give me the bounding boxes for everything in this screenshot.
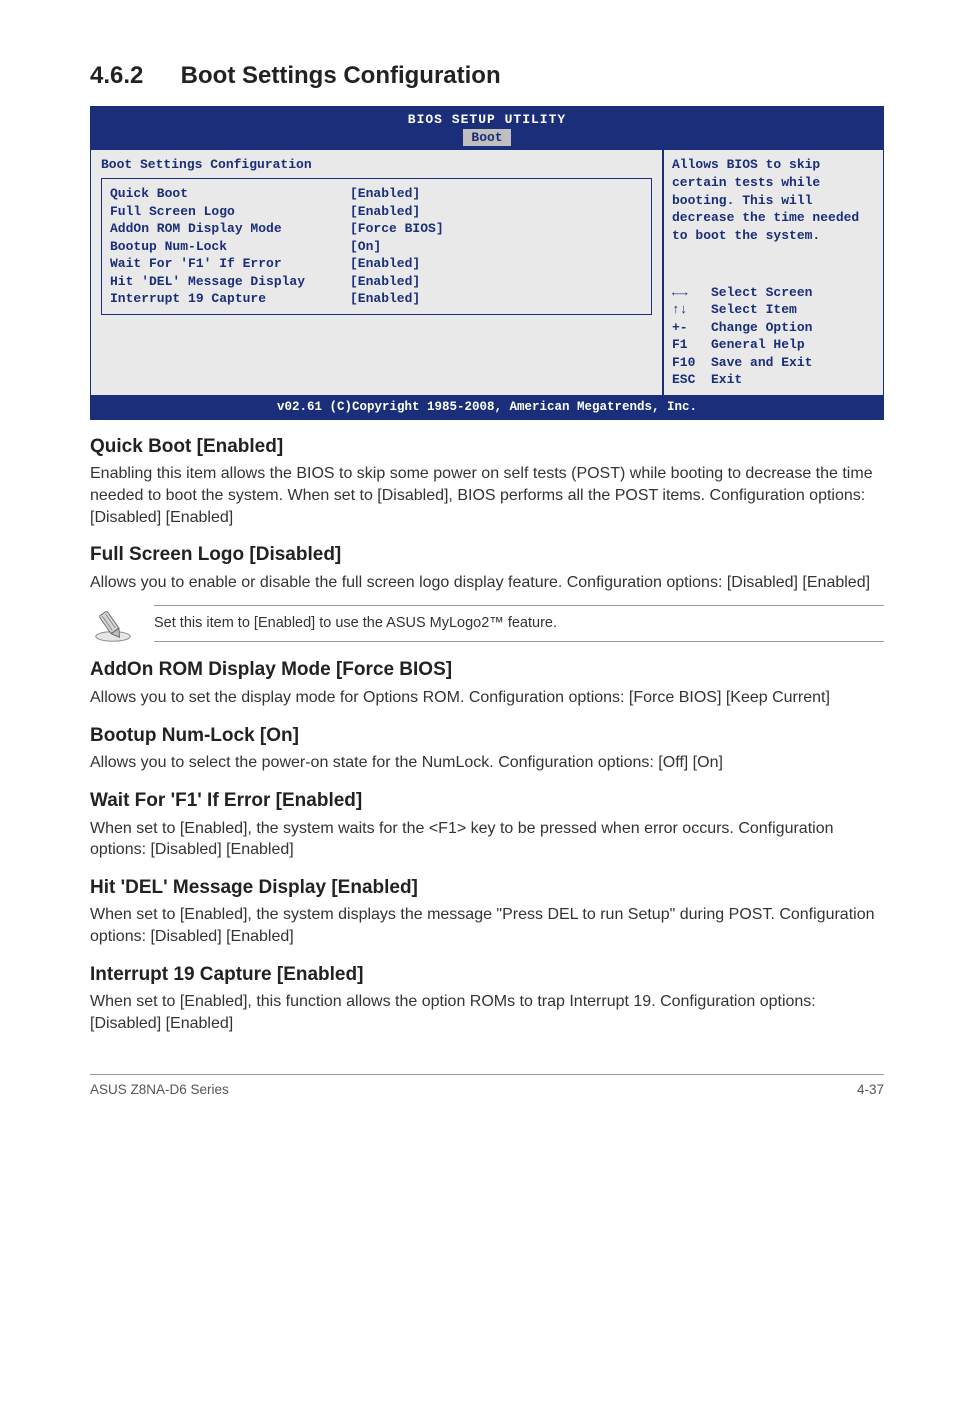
bios-key: +- Change Option — [672, 319, 875, 337]
bios-copyright: v02.61 (C)Copyright 1985-2008, American … — [91, 396, 883, 419]
option-heading: Interrupt 19 Capture [Enabled] — [90, 962, 884, 988]
bios-setting-row[interactable]: Quick Boot[Enabled] — [110, 185, 643, 203]
option-description: Allows you to enable or disable the full… — [90, 572, 884, 594]
bios-setting-value: [Force BIOS] — [350, 220, 444, 238]
pencil-icon — [90, 603, 136, 643]
bios-setting-value: [Enabled] — [350, 273, 420, 291]
bios-rowset: Quick Boot[Enabled] Full Screen Logo[Ena… — [101, 178, 652, 315]
option-heading: Wait For 'F1' If Error [Enabled] — [90, 788, 884, 814]
bios-setting-label: Bootup Num-Lock — [110, 238, 350, 256]
bios-panel: BIOS SETUP UTILITY Boot Boot Settings Co… — [90, 106, 884, 419]
footer-page-number: 4-37 — [857, 1081, 884, 1099]
option-heading: Quick Boot [Enabled] — [90, 434, 884, 460]
bios-body: Boot Settings Configuration Quick Boot[E… — [91, 150, 883, 395]
bios-setting-value: [Enabled] — [350, 290, 420, 308]
bios-setting-label: Quick Boot — [110, 185, 350, 203]
bios-setting-label: Wait For 'F1' If Error — [110, 255, 350, 273]
bios-key: ↑↓ Select Item — [672, 301, 875, 319]
bios-setting-label: AddOn ROM Display Mode — [110, 220, 350, 238]
bios-setting-label: Full Screen Logo — [110, 203, 350, 221]
option-heading: Hit 'DEL' Message Display [Enabled] — [90, 875, 884, 901]
bios-tab-boot[interactable]: Boot — [463, 129, 510, 146]
bios-setting-row[interactable]: AddOn ROM Display Mode[Force BIOS] — [110, 220, 643, 238]
footer-product: ASUS Z8NA-D6 Series — [90, 1081, 229, 1099]
option-description: Allows you to select the power-on state … — [90, 752, 884, 774]
bios-setting-value: [Enabled] — [350, 185, 420, 203]
option-heading: AddOn ROM Display Mode [Force BIOS] — [90, 657, 884, 683]
option-description: Allows you to set the display mode for O… — [90, 687, 884, 709]
bios-setting-value: [Enabled] — [350, 203, 420, 221]
bios-key: ←→ Select Screen — [672, 284, 875, 302]
bios-setting-label: Hit 'DEL' Message Display — [110, 273, 350, 291]
bios-header: BIOS SETUP UTILITY — [91, 107, 883, 129]
bios-setting-row[interactable]: Hit 'DEL' Message Display[Enabled] — [110, 273, 643, 291]
section-heading: 4.6.2 Boot Settings Configuration — [90, 60, 884, 92]
option-description: Enabling this item allows the BIOS to sk… — [90, 463, 884, 528]
option-description: When set to [Enabled], this function all… — [90, 991, 884, 1034]
option-description: When set to [Enabled], the system waits … — [90, 818, 884, 861]
bios-setting-value: [Enabled] — [350, 255, 420, 273]
bios-key: F1 General Help — [672, 336, 875, 354]
bios-tab-row: Boot — [91, 129, 883, 151]
section-title: Boot Settings Configuration — [181, 62, 501, 89]
bios-setting-row[interactable]: Wait For 'F1' If Error[Enabled] — [110, 255, 643, 273]
bios-setting-value: [On] — [350, 238, 381, 256]
bios-setting-row[interactable]: Full Screen Logo[Enabled] — [110, 203, 643, 221]
bios-key-legend: ←→ Select Screen ↑↓ Select Item +- Chang… — [672, 284, 875, 389]
bios-help-text: Allows BIOS to skip certain tests while … — [672, 156, 875, 244]
bios-key: ESC Exit — [672, 371, 875, 389]
option-heading: Bootup Num-Lock [On] — [90, 723, 884, 749]
page-footer: ASUS Z8NA-D6 Series 4-37 — [90, 1074, 884, 1099]
bios-panel-title: Boot Settings Configuration — [101, 156, 652, 174]
bios-setting-row[interactable]: Interrupt 19 Capture[Enabled] — [110, 290, 643, 308]
bios-settings-pane: Boot Settings Configuration Quick Boot[E… — [91, 150, 663, 395]
note-block: Set this item to [Enabled] to use the AS… — [90, 603, 884, 643]
section-number: 4.6.2 — [90, 60, 174, 92]
option-description: When set to [Enabled], the system displa… — [90, 904, 884, 947]
bios-help-pane: Allows BIOS to skip certain tests while … — [663, 150, 883, 395]
option-heading: Full Screen Logo [Disabled] — [90, 542, 884, 568]
note-text: Set this item to [Enabled] to use the AS… — [154, 605, 884, 643]
bios-key: F10 Save and Exit — [672, 354, 875, 372]
bios-setting-row[interactable]: Bootup Num-Lock[On] — [110, 238, 643, 256]
bios-setting-label: Interrupt 19 Capture — [110, 290, 350, 308]
